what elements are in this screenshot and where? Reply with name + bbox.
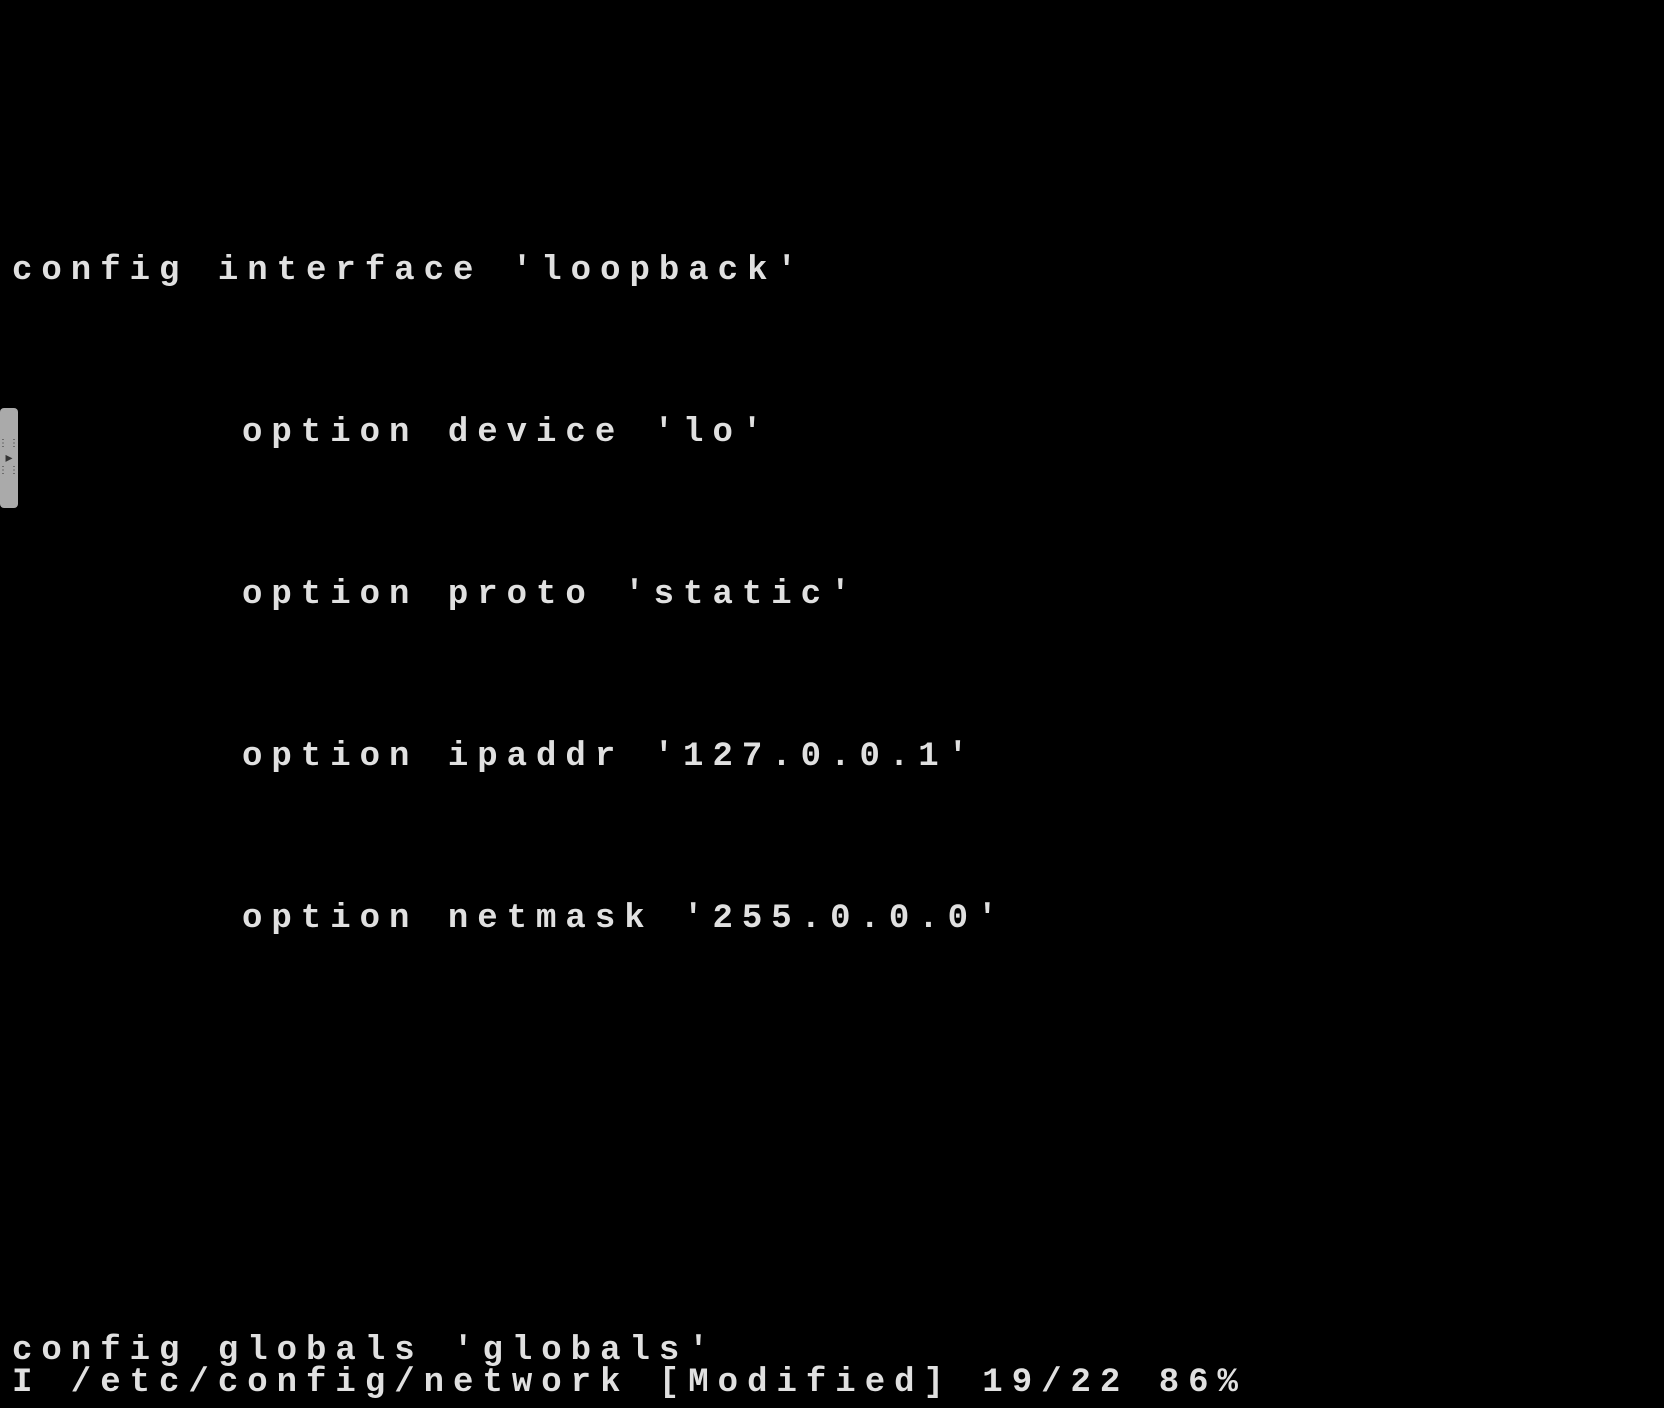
editor-status-line: I /etc/config/network [Modified] 19/22 8… (12, 1364, 1247, 1402)
option-line: option device 'lo' (12, 406, 1664, 460)
option-line: option netmask '255.0.0.0' (12, 892, 1664, 946)
blank-line (12, 1054, 1664, 1108)
terminal-editor[interactable]: config interface 'loopback' option devic… (0, 0, 1664, 1408)
option-line: option ipaddr '127.0.0.1' (12, 730, 1664, 784)
option-line: option proto 'static' (12, 568, 1664, 622)
config-line: config interface 'loopback' (12, 244, 1664, 298)
